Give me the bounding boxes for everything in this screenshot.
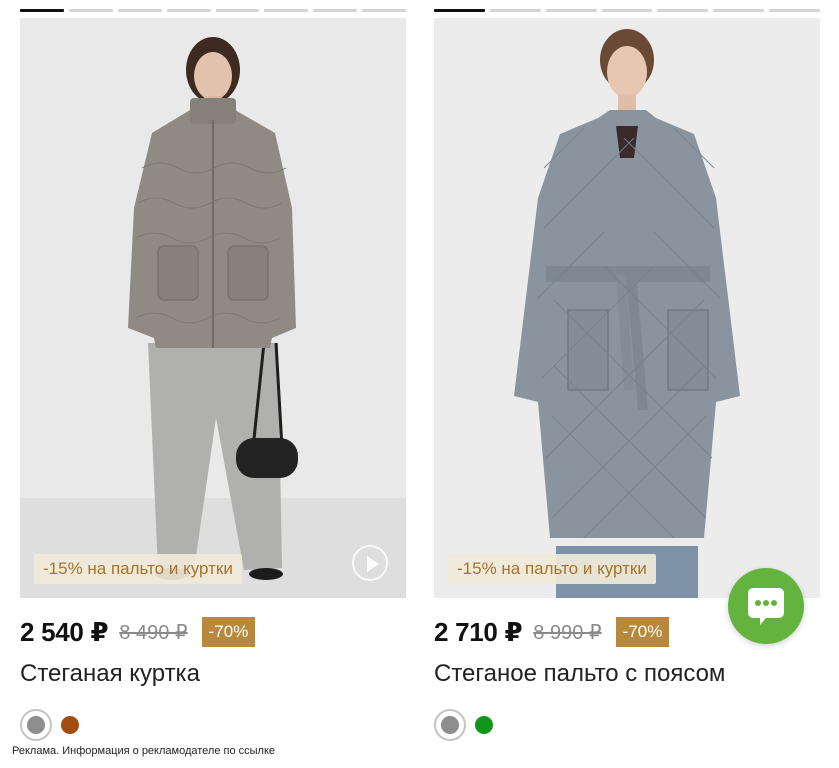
gallery-progress <box>434 9 821 12</box>
gallery-progress <box>20 9 406 12</box>
gallery-progress-segment <box>117 9 162 12</box>
discount-badge: -70% <box>615 617 670 647</box>
chat-bubble-icon <box>748 588 784 625</box>
product-title[interactable]: Стеганое пальто с поясом <box>434 660 725 688</box>
gallery-progress-segment <box>215 9 260 12</box>
play-video-icon[interactable] <box>352 545 388 581</box>
gallery-progress-segment <box>769 9 821 12</box>
gallery-progress-segment <box>713 9 765 12</box>
model-in-coat-image <box>434 18 820 598</box>
promo-label: -15% на пальто и куртки <box>448 554 656 584</box>
gallery-progress-segment <box>601 9 653 12</box>
color-swatch-brown[interactable] <box>61 716 79 734</box>
gallery-progress-segment <box>313 9 358 12</box>
discount-badge: -70% <box>201 617 256 647</box>
old-price: 8 490 ₽ <box>119 621 188 644</box>
product-photo[interactable]: -15% на пальто и куртки <box>434 18 820 598</box>
price-row: 2 710 ₽ 8 990 ₽ -70% <box>434 616 670 648</box>
gallery-progress-segment <box>657 9 709 12</box>
price-row: 2 540 ₽ 8 490 ₽ -70% <box>20 616 256 648</box>
color-swatches <box>20 709 79 741</box>
gallery-progress-segment <box>264 9 309 12</box>
gallery-progress-segment <box>362 9 406 12</box>
ad-disclaimer[interactable]: Реклама. Информация о рекламодателе по с… <box>12 745 275 757</box>
model-in-jacket-image <box>20 18 406 598</box>
product-title[interactable]: Стеганая куртка <box>20 660 200 688</box>
color-swatch-gray-selected[interactable] <box>20 709 52 741</box>
gallery-progress-segment <box>68 9 113 12</box>
color-swatch-green[interactable] <box>475 716 493 734</box>
current-price: 2 540 ₽ <box>20 616 109 647</box>
gallery-progress-segment <box>434 9 485 12</box>
color-swatch-gray-selected[interactable] <box>434 709 466 741</box>
gallery-progress-segment <box>166 9 211 12</box>
gallery-progress-segment <box>20 9 64 12</box>
color-swatches <box>434 709 493 741</box>
product-photo[interactable]: -15% на пальто и куртки <box>20 18 406 598</box>
gallery-progress-segment <box>489 9 541 12</box>
current-price: 2 710 ₽ <box>434 616 523 647</box>
old-price: 8 990 ₽ <box>533 621 602 644</box>
chat-button[interactable] <box>728 568 804 644</box>
gallery-progress-segment <box>545 9 597 12</box>
promo-label: -15% на пальто и куртки <box>34 554 242 584</box>
